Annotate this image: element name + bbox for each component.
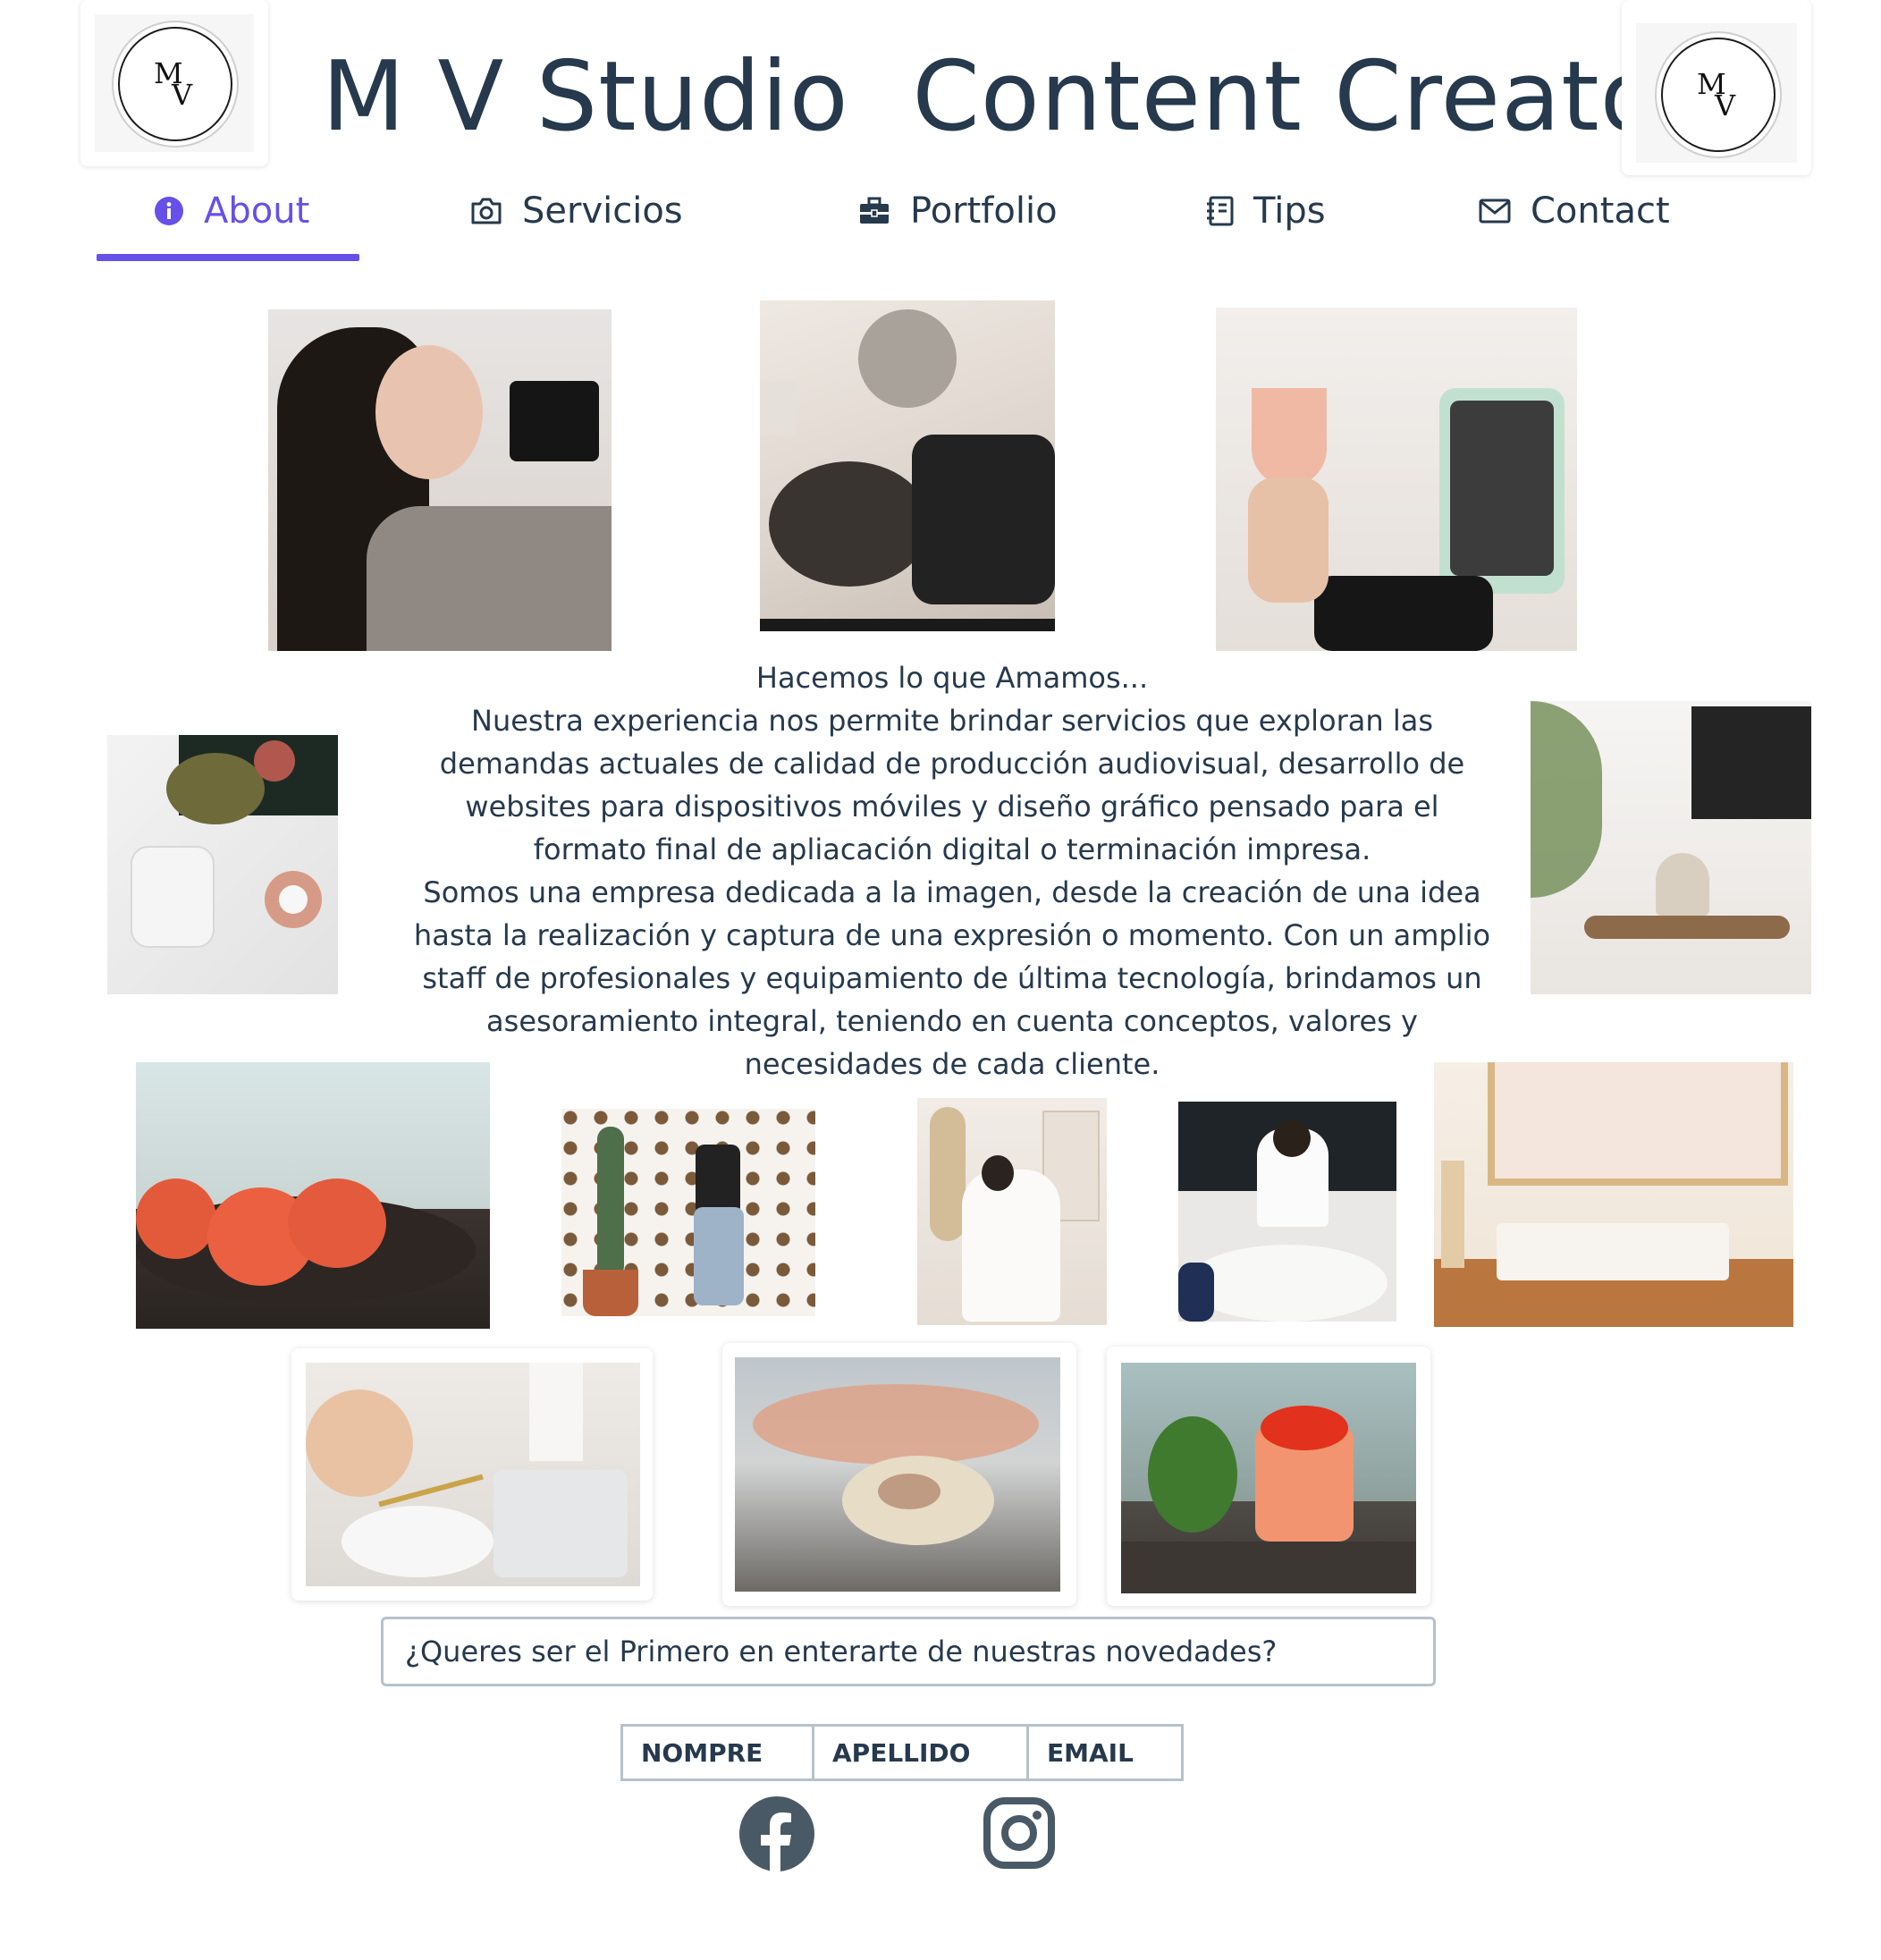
photo-phone-wine[interactable]	[1216, 308, 1577, 651]
photo-living-room[interactable]	[1531, 701, 1811, 994]
name-field-label: NOMPRE	[641, 1737, 763, 1768]
about-text: Hacemos lo que Amamos... Nuestra experie…	[411, 656, 1493, 1086]
about-line: hasta la realización y captura de una ex…	[413, 918, 1491, 952]
photo-salmon-sushi[interactable]	[1121, 1363, 1416, 1593]
photo-figs-grapes[interactable]	[107, 735, 338, 994]
tab-portfolio-label: Portfolio	[910, 190, 1058, 232]
about-line: Somos una empresa dedicada a la imagen, …	[423, 875, 1481, 909]
briefcase-icon	[860, 197, 889, 224]
photo-open-book-desk[interactable]	[1434, 1062, 1793, 1327]
email-field-label: EMAIL	[1047, 1737, 1134, 1768]
newsletter-prompt: ¿Queres ser el Primero en enterarte de n…	[381, 1617, 1436, 1686]
about-line: demandas actuales de calidad de producci…	[439, 747, 1465, 781]
photo-table-setting[interactable]	[306, 1363, 640, 1586]
facebook-icon[interactable]	[738, 1795, 815, 1872]
logo-left-monogram: M V	[118, 27, 232, 141]
instagram-icon[interactable]	[983, 1797, 1055, 1869]
photo-woman-chair[interactable]	[917, 1098, 1107, 1325]
email-field[interactable]: EMAIL	[1029, 1727, 1181, 1778]
page-title: M V Studio Content Creator	[322, 41, 1701, 153]
mail-icon	[1479, 199, 1511, 224]
photo-woman-dots-wall[interactable]	[561, 1109, 815, 1316]
about-line: asesoramiento integral, teniendo en cuen…	[486, 1004, 1418, 1038]
logo-right[interactable]: M V	[1622, 0, 1811, 175]
tab-servicios-label: Servicios	[522, 190, 683, 232]
photo-dumpling[interactable]	[735, 1357, 1060, 1592]
about-line: Nuestra experiencia nos permite brindar …	[471, 704, 1433, 738]
logo-left[interactable]: M V	[80, 0, 268, 166]
logo-left-letter-v: V	[172, 78, 193, 112]
newsletter-prompt-text: ¿Queres ser el Primero en enterarte de n…	[405, 1635, 1278, 1669]
photo-salmon-tartare[interactable]	[136, 1062, 490, 1329]
tab-about[interactable]: About	[154, 184, 309, 238]
camera-icon	[471, 198, 502, 224]
info-icon	[155, 197, 183, 225]
notebook-icon	[1207, 196, 1234, 226]
about-line: websites para dispositivos móviles y dis…	[465, 790, 1439, 824]
about-line: staff de profesionales y equipamiento de…	[422, 961, 1482, 995]
tab-portfolio[interactable]: Portfolio	[858, 184, 1058, 238]
about-heading: Hacemos lo que Amamos...	[755, 661, 1149, 695]
active-tab-indicator	[97, 254, 359, 261]
photo-man-dinner-table[interactable]	[1178, 1102, 1396, 1322]
surname-field[interactable]: APELLIDO	[814, 1727, 1029, 1778]
signup-form: NOMPRE APELLIDO EMAIL	[620, 1724, 1184, 1781]
tab-contact[interactable]: Contact	[1479, 184, 1670, 238]
logo-right-monogram: M V	[1661, 38, 1776, 152]
photo-photographer-camera[interactable]	[268, 309, 612, 651]
about-line: formato final de apliacación digital o t…	[533, 832, 1371, 866]
tab-about-label: About	[204, 190, 310, 232]
tab-tips[interactable]: Tips	[1205, 184, 1326, 238]
name-field[interactable]: NOMPRE	[623, 1727, 814, 1778]
about-line: necesidades de cada cliente.	[744, 1047, 1160, 1081]
tab-servicios[interactable]: Servicios	[470, 184, 683, 238]
logo-right-letter-v: V	[1715, 89, 1736, 122]
photo-dog-camera[interactable]	[760, 300, 1055, 631]
surname-field-label: APELLIDO	[832, 1737, 971, 1768]
tab-tips-label: Tips	[1253, 190, 1326, 232]
tab-contact-label: Contact	[1531, 190, 1670, 232]
